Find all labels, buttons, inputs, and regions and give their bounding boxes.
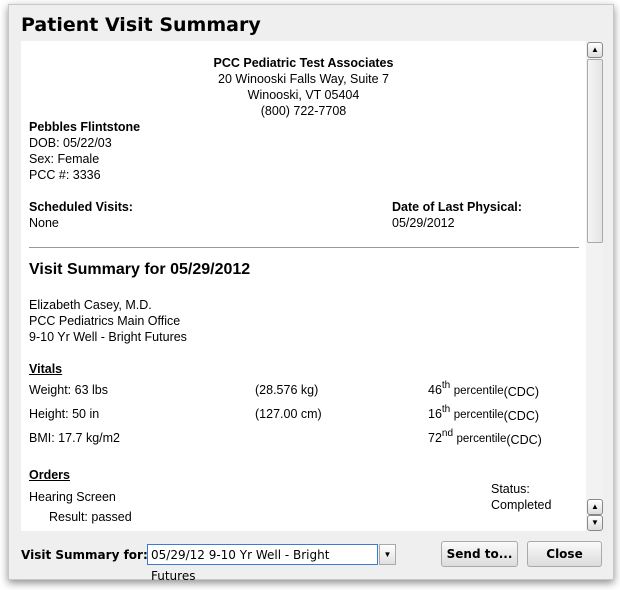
scroll-up-arrow-icon[interactable]: ▲ <box>587 42 603 58</box>
scheduled-visits-value: None <box>29 216 59 230</box>
send-to-button[interactable]: Send to... <box>441 541 518 567</box>
practice-address2: Winooski, VT 05404 <box>247 88 360 102</box>
close-button[interactable]: Close <box>527 541 602 567</box>
patient-sex: Sex: Female <box>29 152 100 166</box>
order-result: Result: passed <box>49 510 132 524</box>
percentile-source: (CDC) <box>503 409 540 423</box>
vital-metric: (28.576 kg) <box>255 383 319 397</box>
percentile-label: percentile <box>453 385 504 397</box>
scrollbar[interactable]: ▲ ▲ ▼ <box>586 41 603 531</box>
practice-phone: (800) 722-7708 <box>260 104 347 118</box>
vital-label: Height: 50 in <box>29 407 100 421</box>
percentile-suffix: nd <box>441 428 454 439</box>
percentile-suffix: th <box>441 380 451 391</box>
vital-label: BMI: 17.7 kg/m2 <box>29 431 121 445</box>
order-status-label: Status: <box>491 482 530 496</box>
vital-label: Weight: 63 lbs <box>29 383 108 397</box>
vital-metric: (127.00 cm) <box>255 407 322 421</box>
visit-summary-for-label: Visit Summary for: <box>21 548 148 562</box>
summary-content: PCC Pediatric Test Associates 20 Winoosk… <box>21 41 603 531</box>
chevron-down-icon[interactable]: ▼ <box>379 544 396 565</box>
order-item: Hearing Screen <box>29 490 116 504</box>
percentile-source: (CDC) <box>503 385 540 399</box>
orders-heading: Orders <box>29 468 70 482</box>
practice-address1: 20 Winooski Falls Way, Suite 7 <box>218 72 389 86</box>
patient-name: Pebbles Flintstone <box>29 120 141 134</box>
vital-percentile: 46th percentile(CDC) <box>428 380 540 400</box>
divider <box>29 247 579 248</box>
percentile-label: percentile <box>453 409 504 421</box>
patient-pcc: PCC #: 3336 <box>29 168 101 182</box>
visit-select[interactable]: 05/29/12 9-10 Yr Well - Bright Futures <box>147 544 378 583</box>
dialog-title: Patient Visit Summary <box>21 14 261 36</box>
percentile-value: 46 <box>428 383 442 397</box>
percentile-label: percentile <box>456 433 507 445</box>
percentile-suffix: th <box>441 404 451 415</box>
last-physical-label: Date of Last Physical: <box>392 200 522 214</box>
percentile-value: 72 <box>428 431 442 445</box>
percentile-source: (CDC) <box>506 433 542 447</box>
visit-heading: Visit Summary for 05/29/2012 <box>29 261 251 278</box>
patient-dob: DOB: 05/22/03 <box>29 136 112 150</box>
vital-percentile: 72nd percentile(CDC) <box>428 428 542 448</box>
practice-name: PCC Pediatric Test Associates <box>213 56 394 70</box>
visit-location: PCC Pediatrics Main Office <box>29 314 181 328</box>
scheduled-visits-label: Scheduled Visits: <box>29 200 133 214</box>
order-status: Completed <box>491 498 552 512</box>
percentile-value: 16 <box>428 407 442 421</box>
last-physical-value: 05/29/2012 <box>392 216 455 230</box>
visit-type: 9-10 Yr Well - Bright Futures <box>29 330 187 344</box>
scroll-thumb[interactable] <box>587 59 603 243</box>
scroll-down-arrow-icon[interactable]: ▼ <box>587 515 603 531</box>
scroll-up-arrow-bottom-icon[interactable]: ▲ <box>587 499 603 515</box>
visit-provider: Elizabeth Casey, M.D. <box>29 298 152 312</box>
vitals-heading: Vitals <box>29 362 63 376</box>
patient-visit-summary-dialog: Patient Visit Summary PCC Pediatric Test… <box>8 4 614 583</box>
vital-percentile: 16th percentile(CDC) <box>428 404 540 424</box>
